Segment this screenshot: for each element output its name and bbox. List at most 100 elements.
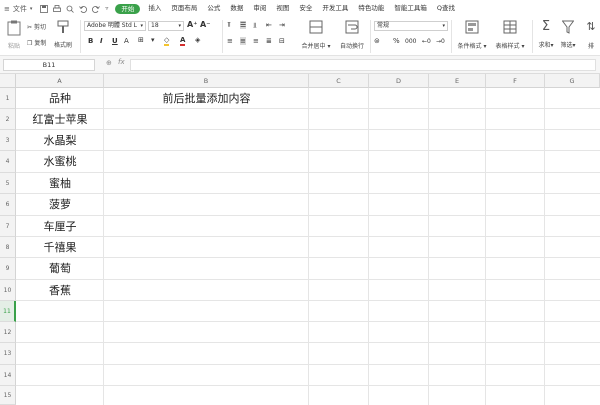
sum-button[interactable]: Σ 求和▾: [536, 19, 556, 49]
tab-special-features[interactable]: 特色功能: [353, 0, 389, 17]
thousands-button[interactable]: 000: [405, 38, 416, 45]
tab-developer[interactable]: 开发工具: [317, 0, 353, 17]
column-header-g[interactable]: G: [545, 74, 600, 88]
more-icon[interactable]: ▿: [105, 5, 108, 12]
indent-decrease-icon[interactable]: ⇤: [266, 21, 272, 29]
borders-dropdown-icon[interactable]: ▾: [151, 36, 155, 44]
italic-button[interactable]: I: [100, 37, 103, 45]
cut-button[interactable]: ✂ 剪切: [27, 22, 46, 31]
align-left-icon[interactable]: ≡: [227, 37, 233, 45]
align-middle-icon[interactable]: ☰: [240, 21, 247, 29]
row-header-9[interactable]: 9: [0, 258, 16, 280]
cell-a1[interactable]: 品种: [16, 88, 104, 109]
strikethrough-button[interactable]: A: [124, 37, 129, 45]
row-header-11[interactable]: 11: [0, 301, 16, 322]
save-icon[interactable]: [40, 4, 49, 13]
align-center-icon[interactable]: ≡: [240, 37, 246, 45]
select-all-corner[interactable]: [0, 74, 16, 88]
row-header-2[interactable]: 2: [0, 109, 16, 130]
format-painter-button[interactable]: 格式刷: [52, 19, 74, 49]
column-header-d[interactable]: D: [369, 74, 429, 88]
file-menu[interactable]: ≡ 文件 ▾: [0, 4, 36, 14]
search-button[interactable]: Q查找: [432, 0, 460, 17]
tab-page-layout[interactable]: 页面布局: [166, 0, 202, 17]
font-color-icon[interactable]: A: [180, 36, 186, 46]
tab-review[interactable]: 审阅: [248, 0, 271, 17]
decimal-decrease-icon[interactable]: →0: [436, 38, 445, 45]
tab-smart-toolbox[interactable]: 智能工具箱: [389, 0, 432, 17]
column-header-a[interactable]: A: [16, 74, 104, 88]
row-header-12[interactable]: 12: [0, 322, 16, 343]
indent-increase-icon[interactable]: ⇥: [279, 21, 285, 29]
justify-icon[interactable]: ≣: [266, 37, 272, 45]
cell-a7[interactable]: 车厘子: [16, 216, 104, 237]
align-right-icon[interactable]: ≡: [253, 37, 259, 45]
underline-button[interactable]: U: [112, 37, 118, 45]
currency-icon[interactable]: ⊜: [374, 37, 380, 45]
preview-icon[interactable]: [66, 5, 75, 13]
decrease-font-icon[interactable]: A⁻: [200, 20, 210, 29]
redo-icon[interactable]: [92, 5, 101, 13]
tab-formulas[interactable]: 公式: [202, 0, 225, 17]
column-header-f[interactable]: F: [486, 74, 545, 88]
conditional-format-button[interactable]: 条件格式 ▾: [455, 19, 489, 50]
row-header-15[interactable]: 15: [0, 386, 16, 405]
row-header-3[interactable]: 3: [0, 130, 16, 151]
row-header-5[interactable]: 5: [0, 173, 16, 194]
border-icon[interactable]: ⊞: [138, 36, 144, 44]
bold-button[interactable]: B: [88, 37, 93, 45]
tab-start[interactable]: 开始: [115, 3, 141, 14]
undo-icon[interactable]: [79, 5, 88, 13]
row-header-10[interactable]: 10: [0, 280, 16, 301]
filter-label: 筛选: [560, 42, 573, 49]
sort-button[interactable]: ⇅ 排: [582, 19, 600, 50]
name-box[interactable]: B11: [3, 59, 95, 71]
clear-format-icon[interactable]: ◈: [195, 36, 200, 44]
font-size-select[interactable]: 18 ▾: [148, 21, 184, 31]
column-header-c[interactable]: C: [309, 74, 369, 88]
cell-a5[interactable]: 蜜柚: [16, 173, 104, 194]
row-header-8[interactable]: 8: [0, 237, 16, 258]
font-name-select[interactable]: Adobe 明體 Std L ▾: [84, 21, 146, 31]
align-bottom-icon[interactable]: ⫫: [253, 21, 257, 30]
cell-b1[interactable]: 前后批量添加内容: [104, 88, 309, 109]
merge-center-button[interactable]: 合并居中 ▾: [300, 19, 332, 50]
zoom-icon[interactable]: ⊕: [106, 59, 112, 67]
row-header-14[interactable]: 14: [0, 365, 16, 386]
print-icon[interactable]: [53, 4, 62, 13]
table-style-button[interactable]: 表格样式 ▾: [492, 19, 528, 50]
paste-button[interactable]: 粘贴: [4, 19, 24, 53]
row-header-1[interactable]: 1: [0, 88, 16, 109]
column-header-b[interactable]: B: [104, 74, 309, 88]
increase-font-icon[interactable]: A⁺: [187, 20, 197, 29]
font-size-value: 18: [151, 22, 159, 29]
cell-a6[interactable]: 菠萝: [16, 194, 104, 216]
row-header-7[interactable]: 7: [0, 216, 16, 237]
cell-a2[interactable]: 红富士苹果: [16, 109, 104, 130]
distribute-icon[interactable]: ⊟: [279, 37, 285, 45]
cell-a3[interactable]: 水晶梨: [16, 130, 104, 151]
cell-a10[interactable]: 香蕉: [16, 280, 104, 301]
tab-insert[interactable]: 插入: [143, 0, 166, 17]
row-header-13[interactable]: 13: [0, 343, 16, 365]
copy-button[interactable]: ❐ 复制: [27, 38, 46, 47]
fill-color-icon[interactable]: ◇: [164, 36, 170, 46]
cell-a4[interactable]: 水蜜桃: [16, 151, 104, 173]
fx-icon[interactable]: fx: [118, 58, 125, 66]
cell-a9[interactable]: 葡萄: [16, 258, 104, 280]
align-top-icon[interactable]: ⫪: [227, 21, 231, 30]
scissors-icon: ✂: [27, 24, 33, 31]
cell-a8[interactable]: 千禧果: [16, 237, 104, 258]
tab-data[interactable]: 数据: [225, 0, 248, 17]
tab-security[interactable]: 安全: [294, 0, 317, 17]
tab-view[interactable]: 视图: [271, 0, 294, 17]
column-header-e[interactable]: E: [429, 74, 486, 88]
decimal-increase-icon[interactable]: ←0: [422, 38, 431, 45]
formula-input[interactable]: [130, 59, 596, 71]
wrap-text-button[interactable]: 自动换行: [337, 19, 367, 50]
row-header-4[interactable]: 4: [0, 151, 16, 173]
filter-button[interactable]: 筛选▾: [558, 19, 578, 49]
percent-button[interactable]: %: [393, 37, 400, 45]
number-format-select[interactable]: 常规 ▾: [374, 21, 448, 31]
row-header-6[interactable]: 6: [0, 194, 16, 216]
